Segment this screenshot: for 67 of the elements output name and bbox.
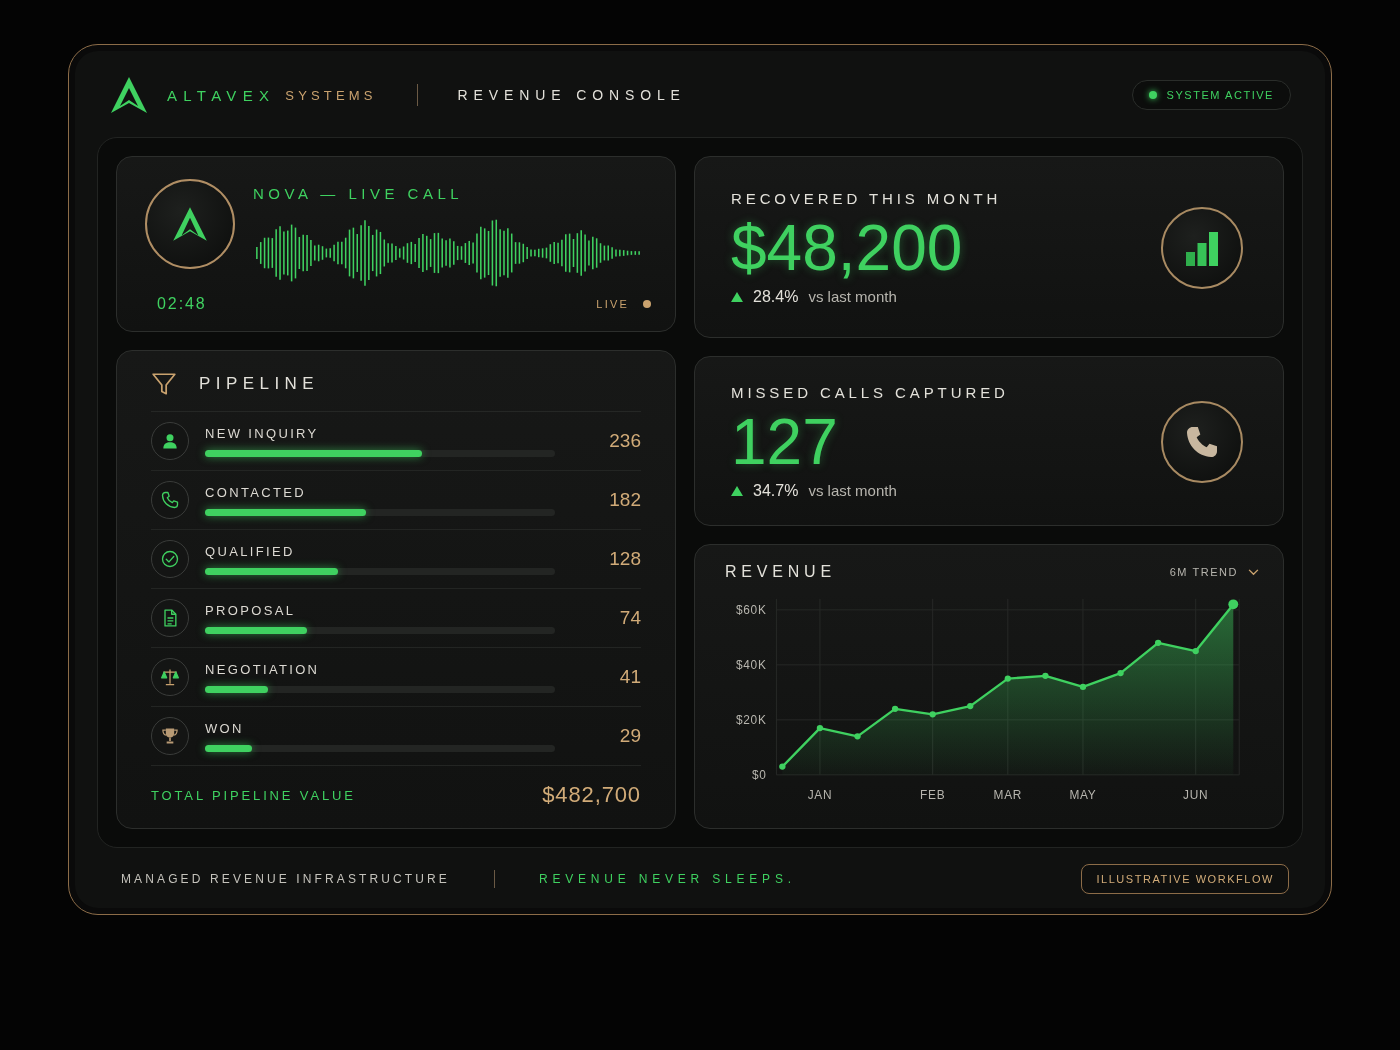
live-dot-icon bbox=[643, 300, 651, 308]
footer-tagline: MANAGED REVENUE INFRASTRUCTURE bbox=[121, 872, 450, 886]
person-icon bbox=[151, 422, 189, 460]
stage-count: 74 bbox=[618, 607, 641, 629]
change-comparison: vs last month bbox=[808, 482, 897, 500]
stage-label: PROPOSAL bbox=[205, 602, 297, 618]
logo-icon bbox=[109, 75, 149, 115]
range-dropdown[interactable]: 6M TREND bbox=[1169, 564, 1259, 580]
chart-title: REVENUE bbox=[725, 563, 836, 581]
trophy-icon bbox=[151, 717, 189, 755]
status-label: SYSTEM ACTIVE bbox=[1166, 89, 1274, 101]
stage-count: 41 bbox=[618, 666, 641, 688]
stage-label: NEGOTIATION bbox=[205, 661, 321, 677]
x-axis-label: JAN bbox=[807, 787, 833, 802]
brand-suffix: SYSTEMS bbox=[285, 87, 377, 103]
stage-label: CONTACTED bbox=[205, 484, 307, 500]
data-point bbox=[779, 763, 786, 770]
stage-label: NEW INQUIRY bbox=[205, 425, 320, 441]
x-axis-label: MAY bbox=[1069, 787, 1097, 802]
data-point bbox=[816, 724, 824, 732]
stage-count: 128 bbox=[608, 548, 641, 570]
pipeline-title: PIPELINE bbox=[199, 374, 320, 394]
live-call-title: NOVA — LIVE CALL bbox=[253, 185, 465, 202]
data-point bbox=[1079, 683, 1087, 690]
brand-name: ALTAVEX bbox=[167, 86, 276, 104]
data-point bbox=[1004, 675, 1011, 682]
document-icon bbox=[151, 599, 189, 637]
data-point bbox=[854, 733, 861, 740]
stage-count: 236 bbox=[608, 430, 641, 452]
y-axis-label: $0 bbox=[751, 767, 767, 782]
phone-icon bbox=[151, 481, 189, 519]
footer-motto: REVENUE NEVER SLEEPS. bbox=[538, 872, 796, 886]
y-axis-label: $40K bbox=[736, 657, 767, 672]
data-point bbox=[929, 711, 936, 718]
scales-icon bbox=[151, 658, 189, 696]
y-axis-label: $20K bbox=[736, 712, 767, 727]
total-label: TOTAL PIPELINE VALUE bbox=[151, 787, 356, 803]
check-circle-icon bbox=[151, 540, 189, 578]
data-point bbox=[1192, 647, 1199, 655]
data-point bbox=[1154, 639, 1162, 646]
console-title: REVENUE CONSOLE bbox=[457, 87, 686, 103]
metric-value: $48,200 bbox=[731, 213, 964, 284]
change-percent: 28.4% bbox=[753, 287, 799, 306]
data-point bbox=[1042, 672, 1049, 679]
metric-title: RECOVERED THIS MONTH bbox=[731, 190, 1002, 208]
data-point bbox=[967, 702, 974, 710]
stage-count: 29 bbox=[618, 725, 641, 747]
stage-count: 182 bbox=[608, 489, 641, 511]
live-label: LIVE bbox=[596, 298, 629, 310]
metric-title: MISSED CALLS CAPTURED bbox=[731, 384, 1009, 402]
funnel-icon bbox=[151, 371, 177, 397]
stage-label: WON bbox=[205, 720, 245, 736]
x-axis-label: JUN bbox=[1183, 787, 1209, 802]
x-axis-label: FEB bbox=[920, 787, 946, 802]
data-point bbox=[891, 705, 899, 712]
chevron-down-icon bbox=[1248, 568, 1259, 576]
call-timer: 02:48 bbox=[157, 295, 207, 313]
y-axis-label: $60K bbox=[736, 602, 767, 617]
data-point bbox=[1228, 599, 1239, 610]
x-axis-label: MAR bbox=[993, 787, 1023, 802]
change-comparison: vs last month bbox=[808, 288, 897, 306]
data-point bbox=[1117, 669, 1124, 677]
stage-label: QUALIFIED bbox=[205, 543, 296, 559]
workflow-badge: ILLUSTRATIVE WORKFLOW bbox=[1081, 864, 1289, 894]
change-percent: 34.7% bbox=[753, 481, 799, 500]
metric-value: 127 bbox=[731, 407, 839, 478]
total-value: $482,700 bbox=[542, 782, 641, 808]
